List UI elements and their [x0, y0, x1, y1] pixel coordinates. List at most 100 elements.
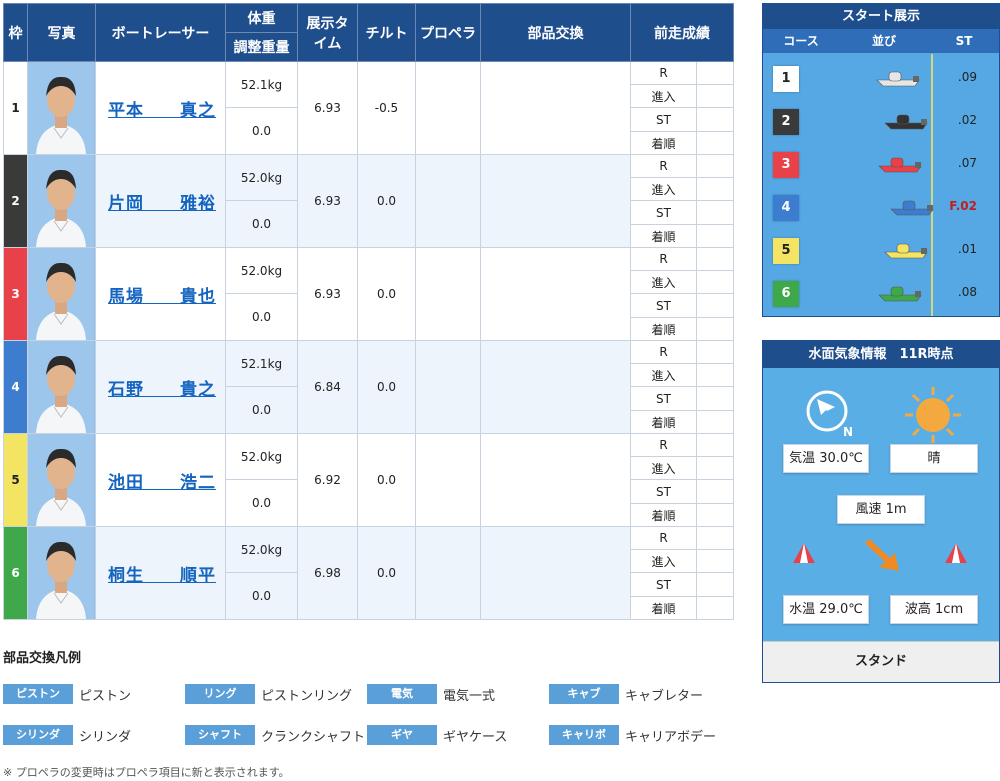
- legend-label: ピストンリング: [261, 688, 353, 704]
- racer-name-link[interactable]: 平本 真之: [108, 101, 216, 121]
- start-row: 3.07: [763, 146, 999, 189]
- propeller-cell: [415, 154, 481, 248]
- prev-label: R: [630, 247, 697, 271]
- racer-name-cell: 平本 真之: [95, 61, 226, 155]
- wind-arrow-icon: [864, 538, 899, 571]
- ex-time-cell: 6.92: [297, 433, 358, 527]
- course-number: 5: [773, 238, 799, 264]
- prev-label: 進入: [630, 177, 697, 201]
- course-number: 6: [773, 281, 799, 307]
- wind-speed: 風速 1m: [837, 495, 925, 524]
- prev-value: [696, 340, 734, 364]
- boat-icon: [884, 243, 928, 259]
- racer-photo: [27, 340, 96, 434]
- start-header-course: コース: [783, 34, 819, 48]
- course-number: 3: [773, 152, 799, 178]
- header-parts: 部品交換: [480, 3, 631, 62]
- legend-item: リング ピストンリング: [185, 684, 352, 704]
- prev-label: R: [630, 61, 697, 85]
- weight-cell: 52.0kg: [225, 154, 298, 201]
- prev-label: 着順: [630, 410, 697, 434]
- racer-name-link[interactable]: 桐生 順平: [108, 566, 216, 586]
- ex-time-cell: 6.84: [297, 340, 358, 434]
- st-value: .09: [957, 70, 977, 84]
- legend-item: キャリボ キャリアボデー: [549, 725, 716, 745]
- parts-cell: [480, 61, 631, 155]
- waku-cell: 1: [3, 61, 28, 155]
- prev-value: [696, 61, 734, 85]
- prev-value: [696, 572, 734, 597]
- legend-chip: ピストン: [3, 684, 73, 704]
- boat-icon: [876, 71, 920, 87]
- propeller-cell: [415, 61, 481, 155]
- racer-name-cell: 片岡 雅裕: [95, 154, 226, 248]
- stand-label: スタンド: [763, 641, 999, 682]
- legend-chip: シリンダ: [3, 725, 73, 745]
- racer-photo: [27, 433, 96, 527]
- prev-value: [696, 154, 734, 178]
- tilt-cell: 0.0: [357, 247, 416, 341]
- header-adjust: 調整重量: [225, 32, 298, 62]
- prev-value: [696, 479, 734, 504]
- sun-icon: [905, 387, 961, 443]
- boat-icon: [878, 157, 922, 173]
- legend-item: ピストン ピストン: [3, 684, 131, 704]
- prev-value: [696, 131, 734, 155]
- prev-value: [696, 84, 734, 108]
- adjust-cell: 0.0: [225, 293, 298, 341]
- prev-value: [696, 596, 734, 620]
- racer-name-link[interactable]: 池田 浩二: [108, 473, 216, 493]
- racer-photo: [27, 61, 96, 155]
- boat-icon: [878, 286, 922, 302]
- tilt-cell: 0.0: [357, 154, 416, 248]
- legend-label: シリンダ: [79, 729, 132, 745]
- prev-label: 進入: [630, 363, 697, 387]
- legend-label: ピストン: [79, 688, 132, 704]
- parts-cell: [480, 526, 631, 620]
- racer-name-link[interactable]: 石野 貴之: [108, 380, 216, 400]
- waku-number: 3: [11, 287, 20, 301]
- boat-icon: [890, 200, 934, 216]
- racer-name-link[interactable]: 片岡 雅裕: [108, 194, 216, 214]
- weight-cell: 52.0kg: [225, 247, 298, 294]
- course-number: 2: [773, 109, 799, 135]
- water-temp: 水温 29.0℃: [783, 595, 869, 624]
- legend-item: 電気 電気一式: [367, 684, 495, 704]
- racer-table: 枠 写真 ボートレーサー 体重 展示タイム チルト プロペラ 部品交換 前走成績…: [3, 3, 734, 620]
- adjust-cell: 0.0: [225, 386, 298, 434]
- legend-chip: 電気: [367, 684, 437, 704]
- start-header-order: 並び: [871, 34, 896, 48]
- prev-value: [696, 363, 734, 387]
- prev-label: ST: [630, 386, 697, 411]
- racer-name-link[interactable]: 馬場 貴也: [108, 287, 216, 307]
- ex-time-cell: 6.93: [297, 247, 358, 341]
- propeller-cell: [415, 526, 481, 620]
- prev-label: 着順: [630, 596, 697, 620]
- racer-photo: [27, 247, 96, 341]
- waku-number: 6: [11, 566, 20, 580]
- legend-item: シャフト クランクシャフト: [185, 725, 365, 745]
- st-value: F.02: [949, 199, 977, 213]
- prev-label: ST: [630, 107, 697, 132]
- waku-number: 4: [11, 380, 20, 394]
- prev-label: ST: [630, 479, 697, 504]
- course-number: 4: [773, 195, 799, 221]
- propeller-note: ※ プロペラの変更時はプロペラ項目に新と表示されます。: [3, 766, 290, 779]
- adjust-cell: 0.0: [225, 479, 298, 527]
- prev-value: [696, 177, 734, 201]
- prev-label: 進入: [630, 549, 697, 573]
- st-value: .02: [957, 113, 977, 127]
- st-value: .01: [957, 242, 977, 256]
- adjust-cell: 0.0: [225, 200, 298, 248]
- weight-cell: 52.1kg: [225, 340, 298, 387]
- prev-value: [696, 526, 734, 550]
- start-row: 5.01: [763, 232, 999, 275]
- prev-value: [696, 456, 734, 480]
- weather-condition: 晴: [890, 444, 978, 473]
- legend-item: キャブ キャブレター: [549, 684, 703, 704]
- start-row: 1.09: [763, 60, 999, 103]
- waku-cell: 5: [3, 433, 28, 527]
- header-ex-time: 展示タイム: [297, 3, 358, 62]
- st-value: .07: [957, 156, 977, 170]
- legend-item: シリンダ シリンダ: [3, 725, 131, 745]
